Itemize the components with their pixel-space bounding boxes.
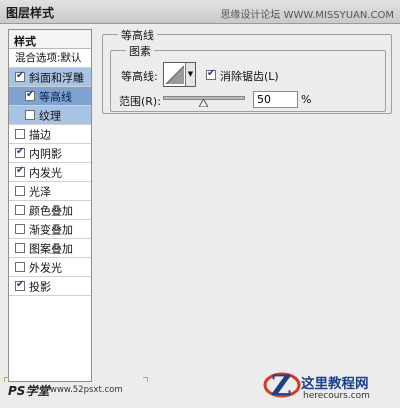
pattern-overlay-checkbox[interactable] <box>15 243 25 253</box>
outer-glow-checkbox[interactable] <box>15 262 25 272</box>
settings-empty-area <box>98 116 394 376</box>
style-item-outer-glow[interactable]: 外发光 <box>9 258 91 277</box>
corner-marker <box>143 377 148 382</box>
style-item-color-overlay[interactable]: 颜色叠加 <box>9 201 91 220</box>
contour-curve-icon <box>165 65 185 85</box>
site-title: 这里教程网 <box>301 376 369 392</box>
drop-shadow-checkbox[interactable]: ✔ <box>15 279 25 291</box>
texture-checkbox[interactable] <box>25 110 35 120</box>
svg-text:Z: Z <box>271 369 291 402</box>
style-item-inner-shadow[interactable]: ✔ 内阴影 <box>9 144 91 163</box>
slider-thumb-icon[interactable] <box>199 99 208 107</box>
style-item-pattern-overlay[interactable]: 图案叠加 <box>9 239 91 258</box>
check-icon: ✔ <box>16 146 25 157</box>
contour-picker[interactable]: ▼ <box>163 62 196 87</box>
chevron-down-icon[interactable]: ▼ <box>185 63 195 86</box>
contour-section-title: 等高线 <box>118 27 157 43</box>
gradient-overlay-checkbox[interactable] <box>15 224 25 234</box>
style-item-bevel-emboss[interactable]: ✔ 斜面和浮雕 <box>9 68 91 87</box>
style-item-contour[interactable]: ✔ 等高线 <box>9 87 91 106</box>
styles-header[interactable]: 样式 <box>9 30 91 49</box>
blending-options-item[interactable]: 混合选项:默认 <box>9 49 91 68</box>
stroke-checkbox[interactable] <box>15 129 25 139</box>
style-item-stroke[interactable]: 描边 <box>9 125 91 144</box>
bevel-emboss-checkbox[interactable]: ✔ <box>15 70 25 82</box>
range-label: 范围(R): <box>119 95 161 108</box>
check-icon: ✔ <box>16 165 25 176</box>
inner-shadow-checkbox[interactable]: ✔ <box>15 146 25 158</box>
color-overlay-checkbox[interactable] <box>15 205 25 215</box>
style-item-texture[interactable]: 纹理 <box>9 106 91 125</box>
check-icon: ✔ <box>16 279 25 290</box>
style-item-satin[interactable]: 光泽 <box>9 182 91 201</box>
watermark-text: 思缘设计论坛 WWW.MISSYUAN.COM <box>220 10 394 21</box>
site-logo-icon: Z <box>263 369 301 402</box>
antialias-label: 消除锯齿(L) <box>220 70 279 83</box>
site-url: herecours.com <box>303 391 370 401</box>
contour-checkbox[interactable]: ✔ <box>25 89 35 101</box>
satin-checkbox[interactable] <box>15 186 25 196</box>
style-item-inner-glow[interactable]: ✔ 内发光 <box>9 163 91 182</box>
check-icon: ✔ <box>26 89 35 100</box>
title-bar: 图层样式 思缘设计论坛 WWW.MISSYUAN.COM <box>0 0 400 24</box>
check-icon: ✔ <box>16 70 25 81</box>
check-icon: ✔ <box>207 68 216 79</box>
range-input[interactable] <box>253 91 298 108</box>
inner-glow-checkbox[interactable]: ✔ <box>15 165 25 177</box>
elements-group-title: 图素 <box>126 43 154 59</box>
range-unit: % <box>301 93 312 106</box>
contour-label: 等高线: <box>121 70 158 83</box>
style-item-gradient-overlay[interactable]: 渐变叠加 <box>9 220 91 239</box>
window-title: 图层样式 <box>6 6 55 20</box>
antialias-checkbox[interactable]: ✔ <box>206 68 216 80</box>
ps-site-url: www.52psxt.com <box>50 385 123 395</box>
style-item-drop-shadow[interactable]: ✔ 投影 <box>9 277 91 296</box>
ps-logo: PS学堂 <box>8 384 50 398</box>
blending-options-label: 混合选项:默认 <box>15 52 82 64</box>
styles-list: 样式 混合选项:默认 ✔ 斜面和浮雕 ✔ 等高线 纹理 描边 ✔ 内阴影 ✔ 内发光 光… <box>8 29 92 382</box>
